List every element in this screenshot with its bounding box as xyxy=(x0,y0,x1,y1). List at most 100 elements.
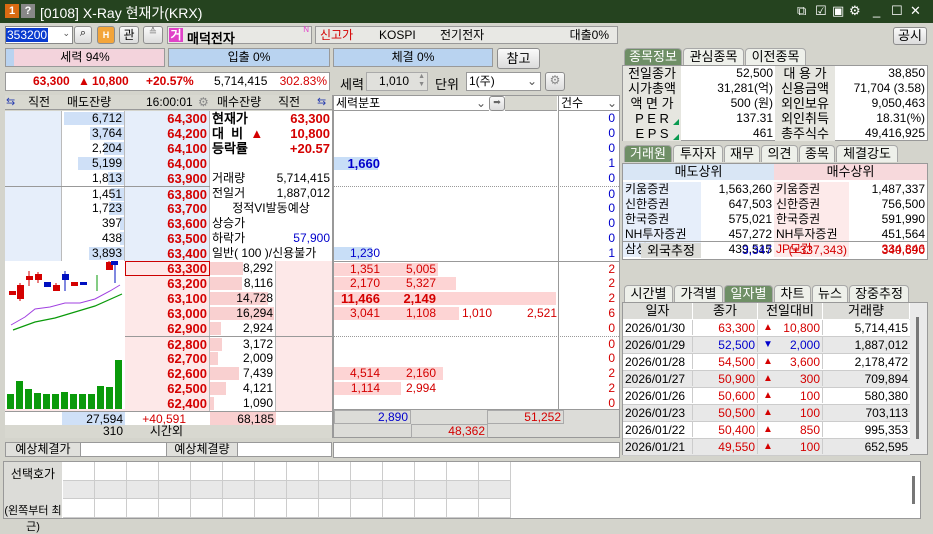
gear-icon[interactable]: ⚙ xyxy=(198,95,209,109)
swap-arrows-icon[interactable] xyxy=(623,243,641,258)
chevron-down-icon[interactable]: ⌄ xyxy=(527,73,537,90)
bid-qty-cell[interactable]: 2,009 xyxy=(210,351,276,366)
distribution-select[interactable]: 세력분포 ⌄ xyxy=(334,96,489,111)
ask-price-cell[interactable]: 64,000 xyxy=(125,156,210,171)
daily-row[interactable]: 2026/01/23 50,500 ▲ 100 703,113 xyxy=(623,405,910,422)
ask-qty-cell[interactable]: 3,893 xyxy=(62,246,125,261)
sell-broker-name[interactable]: 신한증권 xyxy=(623,197,701,212)
ask-price-cell[interactable]: 64,100 xyxy=(125,141,210,156)
bid-qty-cell[interactable]: 16,294 xyxy=(210,306,276,321)
tab-daily-4[interactable]: 뉴스 xyxy=(812,285,848,302)
ask-qty-cell[interactable]: 2,204 xyxy=(62,141,125,156)
daily-row[interactable]: 2026/01/30 63,300 ▲ 10,800 5,714,415 xyxy=(623,320,910,337)
scrollbar-thumb[interactable] xyxy=(916,317,919,439)
ask-qty-cell[interactable]: 438 xyxy=(62,231,125,246)
settings-gear-icon[interactable]: ⚙ xyxy=(545,72,565,91)
bid-price-cell[interactable]: 62,700 xyxy=(125,351,210,366)
tab-daily-3[interactable]: 차트 xyxy=(774,285,811,302)
force-spinner[interactable]: 1,010 ▲ ▼ xyxy=(366,72,428,91)
bid-price-cell[interactable]: 62,500 xyxy=(125,381,210,396)
tab-brokers-2[interactable]: 재무 xyxy=(724,145,760,162)
swap-arrows-icon[interactable] xyxy=(193,425,209,438)
bid-qty-cell[interactable]: 8,292 xyxy=(210,261,276,276)
sell-broker-name[interactable]: NH투자증권 xyxy=(623,227,701,242)
bid-price-cell[interactable]: 63,200 xyxy=(125,276,210,291)
gear-icon[interactable]: ⚙ xyxy=(849,3,861,19)
tab-daily-0[interactable]: 시간별 xyxy=(624,285,673,302)
daily-scrollbar[interactable] xyxy=(909,303,927,454)
daily-row[interactable]: 2026/01/26 50,600 ▲ 100 580,380 xyxy=(623,388,910,405)
maximize-icon[interactable]: ☐ xyxy=(891,3,903,19)
ask-qty-cell[interactable]: 397 xyxy=(62,216,125,231)
ask-price-cell[interactable]: 64,300 xyxy=(125,111,210,126)
bid-price-cell[interactable]: 62,900 xyxy=(125,321,210,336)
chevron-down-icon[interactable]: ⌄ xyxy=(476,96,486,110)
buy-broker-name[interactable]: 키움증권 xyxy=(774,182,849,197)
stock-code-input[interactable]: 353200 ⌄ xyxy=(5,26,73,44)
scroll-icon[interactable]: ≙ xyxy=(143,26,163,44)
daily-row[interactable]: 2026/01/22 50,400 ▲ 850 995,353 xyxy=(623,422,910,439)
bid-qty-cell[interactable]: 3,172 xyxy=(210,337,276,352)
ask-price-cell[interactable]: 63,700 xyxy=(125,201,210,216)
tab-daily-2[interactable]: 일자별 xyxy=(724,285,773,302)
swap-arrows-icon[interactable]: ⇆ xyxy=(6,95,15,109)
tab-daily-1[interactable]: 가격별 xyxy=(674,285,723,302)
daily-row[interactable]: 2026/01/27 50,900 ▲ 300 709,894 xyxy=(623,371,910,388)
folder-icon[interactable]: H xyxy=(97,26,115,44)
ask-price-cell[interactable]: 63,400 xyxy=(125,246,210,261)
ask-price-cell[interactable]: 64,200 xyxy=(125,126,210,141)
bid-qty-cell[interactable]: 7,439 xyxy=(210,366,276,381)
buy-broker-name[interactable]: NH투자증권 xyxy=(774,227,849,242)
unit-select[interactable]: 1(주) ⌄ xyxy=(466,72,541,91)
bid-price-cell[interactable]: 62,800 xyxy=(125,337,210,352)
ask-price-cell[interactable]: 63,500 xyxy=(125,231,210,246)
minimize-icon[interactable]: _ xyxy=(873,3,880,18)
bid-qty-cell[interactable]: 2,924 xyxy=(210,321,276,336)
tab-brokers-3[interactable]: 의견 xyxy=(761,145,798,162)
watchlist-button[interactable]: 관 xyxy=(119,26,139,44)
tab-brokers-5[interactable]: 체결강도 xyxy=(836,145,898,162)
chevron-down-icon[interactable]: ⌄ xyxy=(607,96,617,110)
reference-button[interactable]: 참고 xyxy=(497,48,540,69)
tab-brokers-0[interactable]: 거래원 xyxy=(624,145,672,162)
bid-qty-cell[interactable]: 8,116 xyxy=(210,276,276,291)
buy-broker-name[interactable]: 신한증권 xyxy=(774,197,849,212)
search-icon[interactable]: ⌕ xyxy=(74,26,92,44)
daily-header[interactable]: 전일대비 xyxy=(758,303,823,319)
bid-price-cell[interactable]: 63,000 xyxy=(125,306,210,321)
ask-qty-cell[interactable]: 1,723 xyxy=(62,201,125,216)
tab-stock_info-1[interactable]: 관심종목 xyxy=(683,48,744,65)
bid-price-cell[interactable]: 63,300 xyxy=(125,261,210,276)
bid-qty-cell[interactable]: 4,121 xyxy=(210,381,276,396)
bid-qty-cell[interactable]: 14,728 xyxy=(210,291,276,306)
daily-row[interactable]: 2026/01/21 49,550 ▲ 100 652,595 xyxy=(623,439,910,456)
ask-qty-cell[interactable]: 1,451 xyxy=(62,187,125,202)
camera-icon[interactable]: ▣ xyxy=(832,3,844,19)
ask-qty-cell[interactable]: 1,813 xyxy=(62,171,125,186)
tab-stock_info-0[interactable]: 종목정보 xyxy=(624,48,682,65)
sell-broker-name[interactable]: 한국증권 xyxy=(623,212,701,227)
next-arrow-icon[interactable]: ➡ xyxy=(489,96,505,111)
ask-qty-cell[interactable]: 5,199 xyxy=(62,156,125,171)
ask-price-cell[interactable]: 63,600 xyxy=(125,216,210,231)
checklist-icon[interactable]: ☑ xyxy=(815,3,827,19)
daily-row[interactable]: 2026/01/29 52,500 ▼ 2,000 1,887,012 xyxy=(623,337,910,354)
daily-header[interactable]: 거래량 xyxy=(823,303,910,319)
daily-header[interactable]: 일자 xyxy=(623,303,693,319)
bid-qty-cell[interactable]: 1,090 xyxy=(210,396,276,411)
tab-brokers-1[interactable]: 투자자 xyxy=(673,145,723,162)
buy-broker-name[interactable]: 한국증권 xyxy=(774,212,849,227)
bottom-scrollbar[interactable] xyxy=(912,476,915,504)
bid-price-cell[interactable]: 63,100 xyxy=(125,291,210,306)
notice-button[interactable]: 공시 xyxy=(893,27,927,45)
swap-arrows-icon[interactable]: ⇆ xyxy=(317,95,326,109)
ask-qty-cell[interactable]: 3,764 xyxy=(62,126,125,141)
link-icon[interactable]: ⧉ xyxy=(797,3,806,19)
daily-row[interactable]: 2026/01/28 54,500 ▲ 3,600 2,178,472 xyxy=(623,354,910,371)
bid-price-cell[interactable]: 62,600 xyxy=(125,366,210,381)
sell-broker-name[interactable]: 키움증권 xyxy=(623,182,701,197)
chevron-down-icon[interactable]: ⌄ xyxy=(62,28,70,39)
ask-price-cell[interactable]: 63,900 xyxy=(125,171,210,186)
spinner-arrows-icon[interactable]: ▲ ▼ xyxy=(418,73,425,89)
close-icon[interactable]: ✕ xyxy=(910,3,921,19)
